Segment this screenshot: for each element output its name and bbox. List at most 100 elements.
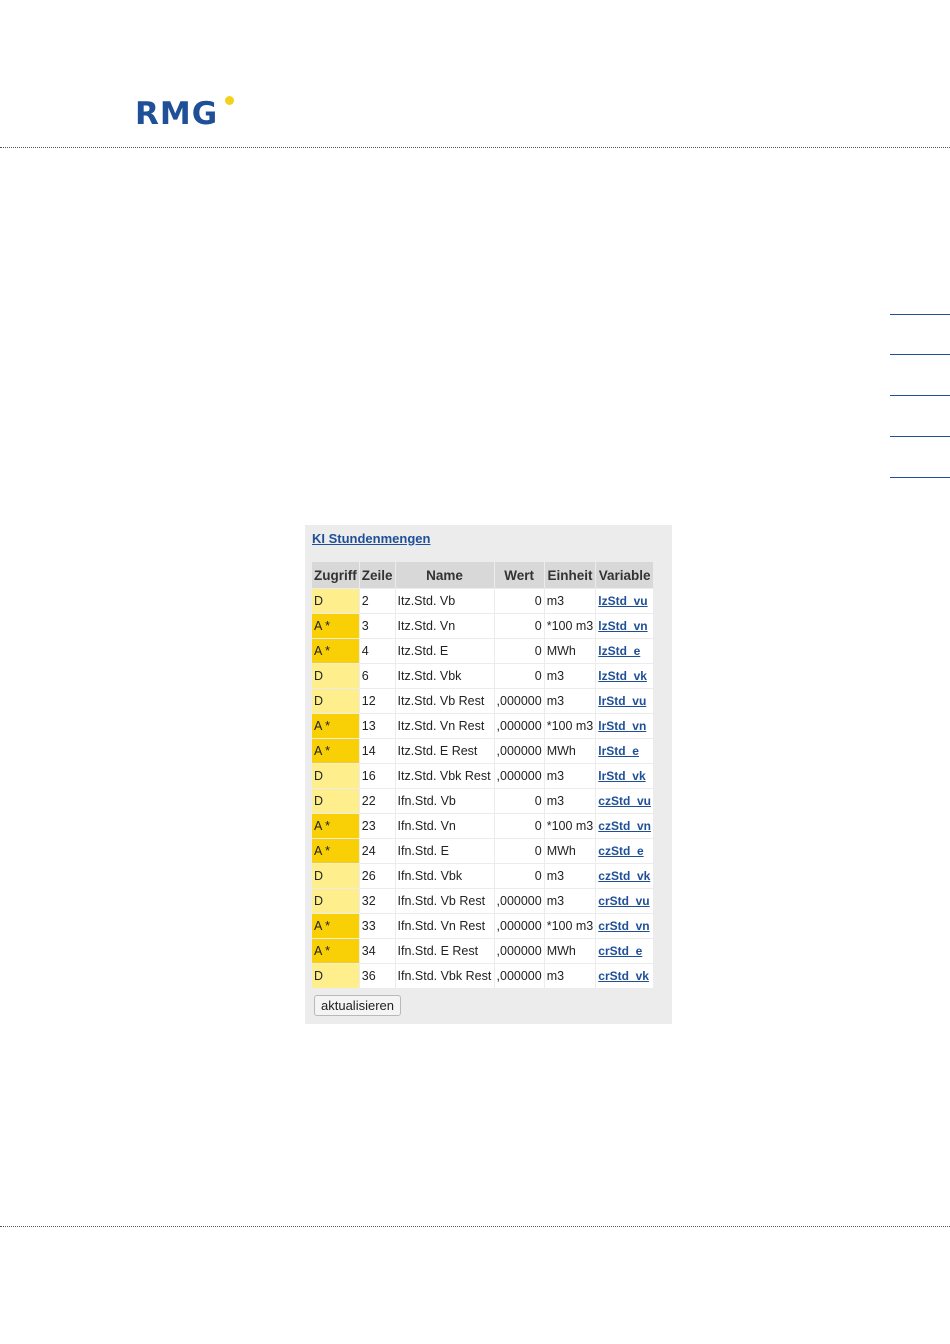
header-zugriff: Zugriff xyxy=(312,562,359,588)
table-row: D 32 Ifn.Std. Vb Rest ,000000 m3 crStd_vu xyxy=(312,889,653,913)
value-cell: ,000000 xyxy=(494,689,544,713)
value-cell: ,000000 xyxy=(494,964,544,988)
unit-cell: m3 xyxy=(544,789,596,813)
variable-cell: lrStd_e xyxy=(596,739,653,763)
table-row: A * 3 Itz.Std. Vn 0 *100 m3 lzStd_vn xyxy=(312,614,653,638)
name-cell: Itz.Std. Vn Rest xyxy=(395,714,494,738)
name-cell: Itz.Std. Vb Rest xyxy=(395,689,494,713)
line-cell: 32 xyxy=(359,889,395,913)
variable-cell: lrStd_vn xyxy=(596,714,653,738)
variable-link[interactable]: czStd_vk xyxy=(598,869,650,883)
table-row: D 2 Itz.Std. Vb 0 m3 lzStd_vu xyxy=(312,589,653,613)
name-cell: Itz.Std. E xyxy=(395,639,494,663)
variable-link[interactable]: lzStd_vu xyxy=(598,594,647,608)
table-row: A * 4 Itz.Std. E 0 MWh lzStd_e xyxy=(312,639,653,663)
refresh-button[interactable]: aktualisieren xyxy=(314,995,401,1016)
variable-link[interactable]: crStd_e xyxy=(598,944,642,958)
name-cell: Itz.Std. Vbk xyxy=(395,664,494,688)
unit-cell: MWh xyxy=(544,639,596,663)
unit-cell: MWh xyxy=(544,739,596,763)
table-row: A * 14 Itz.Std. E Rest ,000000 MWh lrStd_e xyxy=(312,739,653,763)
name-cell: Itz.Std. Vb xyxy=(395,589,494,613)
name-cell: Ifn.Std. E xyxy=(395,839,494,863)
table-row: D 12 Itz.Std. Vb Rest ,000000 m3 lrStd_vu xyxy=(312,689,653,713)
variable-cell: lrStd_vk xyxy=(596,764,653,788)
variable-link[interactable]: lzStd_vn xyxy=(598,619,647,633)
access-cell: A * xyxy=(312,814,359,838)
variable-link[interactable]: czStd_vn xyxy=(598,819,651,833)
line-cell: 26 xyxy=(359,864,395,888)
value-cell: 0 xyxy=(494,789,544,813)
value-cell: 0 xyxy=(494,864,544,888)
name-cell: Ifn.Std. Vbk Rest xyxy=(395,964,494,988)
access-cell: A * xyxy=(312,614,359,638)
value-cell: 0 xyxy=(494,839,544,863)
unit-cell: MWh xyxy=(544,839,596,863)
line-cell: 33 xyxy=(359,914,395,938)
side-marker xyxy=(890,395,950,396)
header-name: Name xyxy=(395,562,494,588)
access-cell: D xyxy=(312,689,359,713)
footer-divider xyxy=(0,1226,950,1227)
line-cell: 3 xyxy=(359,614,395,638)
variable-link[interactable]: lrStd_e xyxy=(598,744,639,758)
variable-link[interactable]: lrStd_vu xyxy=(598,694,646,708)
unit-cell: *100 m3 xyxy=(544,814,596,838)
line-cell: 23 xyxy=(359,814,395,838)
variable-link[interactable]: lzStd_vk xyxy=(598,669,647,683)
access-cell: A * xyxy=(312,939,359,963)
value-cell: ,000000 xyxy=(494,914,544,938)
unit-cell: m3 xyxy=(544,589,596,613)
access-cell: D xyxy=(312,589,359,613)
value-cell: 0 xyxy=(494,664,544,688)
side-marker xyxy=(890,436,950,437)
variable-link[interactable]: lrStd_vn xyxy=(598,719,646,733)
variable-link[interactable]: crStd_vk xyxy=(598,969,649,983)
access-cell: D xyxy=(312,889,359,913)
name-cell: Ifn.Std. Vb xyxy=(395,789,494,813)
unit-cell: *100 m3 xyxy=(544,614,596,638)
access-cell: A * xyxy=(312,639,359,663)
name-cell: Ifn.Std. E Rest xyxy=(395,939,494,963)
variable-cell: czStd_vu xyxy=(596,789,653,813)
value-cell: ,000000 xyxy=(494,764,544,788)
side-marker xyxy=(890,477,950,478)
logo-text: RMG xyxy=(135,96,219,132)
unit-cell: *100 m3 xyxy=(544,914,596,938)
value-cell: 0 xyxy=(494,614,544,638)
variable-cell: crStd_e xyxy=(596,939,653,963)
variable-link[interactable]: lrStd_vk xyxy=(598,769,645,783)
access-cell: D xyxy=(312,864,359,888)
name-cell: Ifn.Std. Vn Rest xyxy=(395,914,494,938)
access-cell: D xyxy=(312,789,359,813)
side-marker xyxy=(890,314,950,315)
line-cell: 34 xyxy=(359,939,395,963)
access-cell: A * xyxy=(312,739,359,763)
header-variable: Variable xyxy=(596,562,653,588)
unit-cell: MWh xyxy=(544,939,596,963)
table-row: A * 33 Ifn.Std. Vn Rest ,000000 *100 m3 crStd… xyxy=(312,914,653,938)
variable-cell: lzStd_vn xyxy=(596,614,653,638)
line-cell: 22 xyxy=(359,789,395,813)
value-cell: 0 xyxy=(494,814,544,838)
value-cell: 0 xyxy=(494,589,544,613)
value-cell: ,000000 xyxy=(494,889,544,913)
variable-link[interactable]: lzStd_e xyxy=(598,644,640,658)
line-cell: 36 xyxy=(359,964,395,988)
access-cell: A * xyxy=(312,839,359,863)
variable-link[interactable]: czStd_vu xyxy=(598,794,651,808)
variable-link[interactable]: czStd_e xyxy=(598,844,643,858)
rmg-logo: RMG xyxy=(135,96,235,132)
value-cell: ,000000 xyxy=(494,739,544,763)
stundenmengen-panel: KI Stundenmengen Zugriff Zeile Name Wert… xyxy=(305,525,672,1024)
table-row: A * 13 Itz.Std. Vn Rest ,000000 *100 m3 lrStd… xyxy=(312,714,653,738)
access-cell: D xyxy=(312,664,359,688)
name-cell: Itz.Std. E Rest xyxy=(395,739,494,763)
access-cell: D xyxy=(312,764,359,788)
variable-cell: lrStd_vu xyxy=(596,689,653,713)
panel-title-link[interactable]: KI Stundenmengen xyxy=(312,531,430,546)
table-row: A * 23 Ifn.Std. Vn 0 *100 m3 czStd_vn xyxy=(312,814,653,838)
variable-link[interactable]: crStd_vn xyxy=(598,919,649,933)
name-cell: Ifn.Std. Vb Rest xyxy=(395,889,494,913)
variable-link[interactable]: crStd_vu xyxy=(598,894,649,908)
